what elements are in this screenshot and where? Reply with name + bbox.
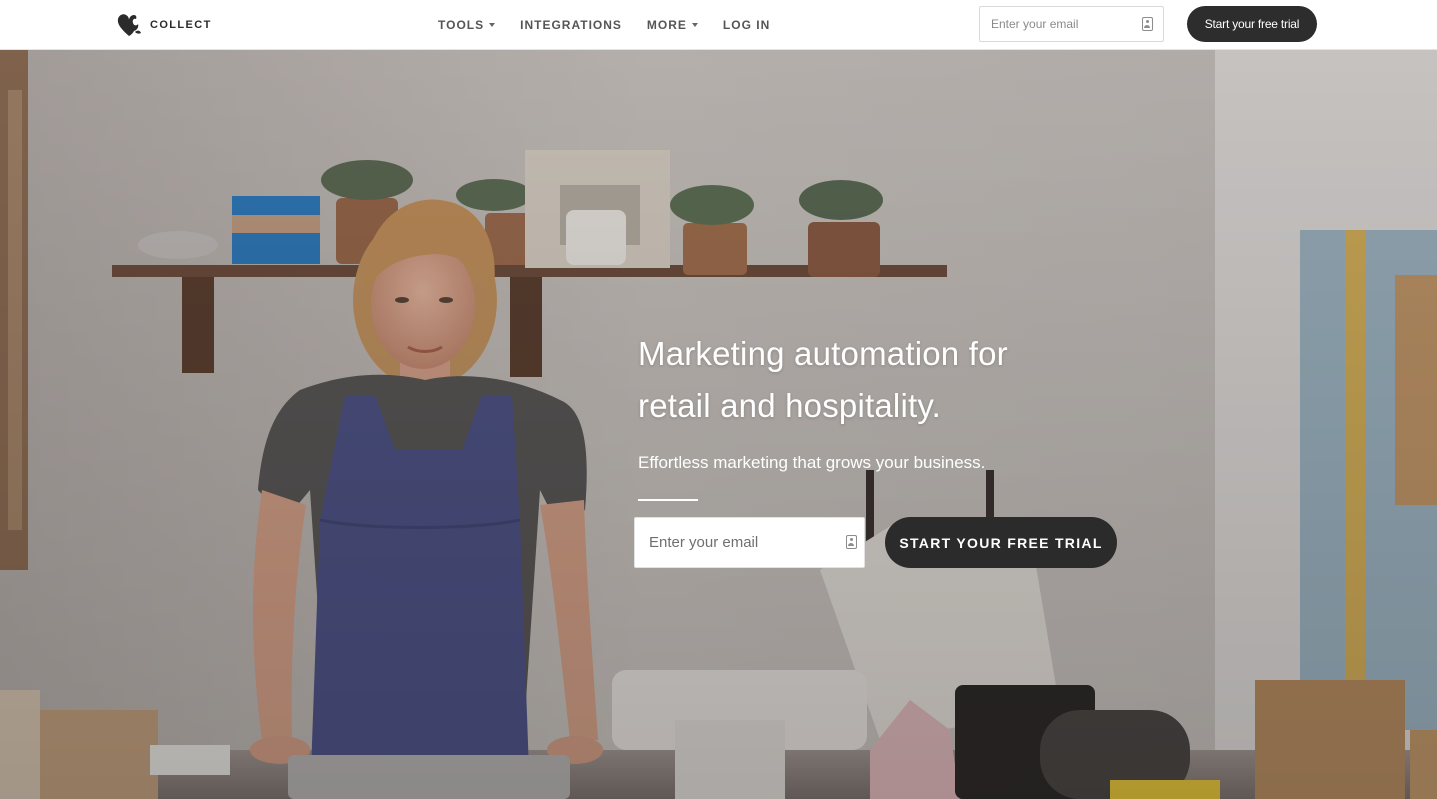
hero-email-field: [634, 517, 865, 568]
header-free-trial-button[interactable]: Start your free trial: [1187, 6, 1317, 42]
top-navigation-bar: COLLECT TOOLS INTEGRATIONS MORE LOG IN S…: [0, 0, 1437, 50]
hero-title-line-2: retail and hospitality.: [638, 387, 941, 424]
hero-section: Marketing automation for retail and hosp…: [0, 50, 1437, 799]
header-email-field: [979, 6, 1164, 42]
heart-leaf-logo-icon: [117, 14, 141, 37]
nav-item-more[interactable]: MORE: [647, 18, 698, 32]
hero-title: Marketing automation for retail and hosp…: [638, 328, 1158, 432]
brand-name: COLLECT: [150, 19, 212, 31]
contact-card-icon[interactable]: [846, 535, 857, 549]
caret-down-icon: [691, 23, 698, 27]
contact-card-icon[interactable]: [1142, 17, 1153, 31]
hero-subtitle: Effortless marketing that grows your bus…: [638, 453, 986, 472]
header-email-input[interactable]: [980, 7, 1140, 41]
hero-title-line-1: Marketing automation for: [638, 335, 1008, 372]
hero-copy: Marketing automation for retail and hosp…: [638, 328, 1158, 501]
nav-item-tools[interactable]: TOOLS: [438, 18, 496, 32]
nav-item-label: INTEGRATIONS: [520, 18, 622, 32]
nav-item-label: LOG IN: [722, 18, 771, 32]
nav-item-label: TOOLS: [438, 18, 485, 32]
main-nav: TOOLS INTEGRATIONS MORE LOG IN: [438, 0, 795, 50]
hero-divider: [638, 499, 698, 501]
nav-item-integrations[interactable]: INTEGRATIONS: [520, 18, 622, 32]
caret-down-icon: [489, 23, 496, 27]
nav-item-label: MORE: [646, 18, 687, 32]
brand-logo[interactable]: COLLECT: [116, 12, 212, 38]
hero-free-trial-button[interactable]: START YOUR FREE TRIAL: [885, 517, 1117, 568]
nav-item-login[interactable]: LOG IN: [723, 18, 770, 32]
hero-email-input[interactable]: [635, 518, 835, 567]
